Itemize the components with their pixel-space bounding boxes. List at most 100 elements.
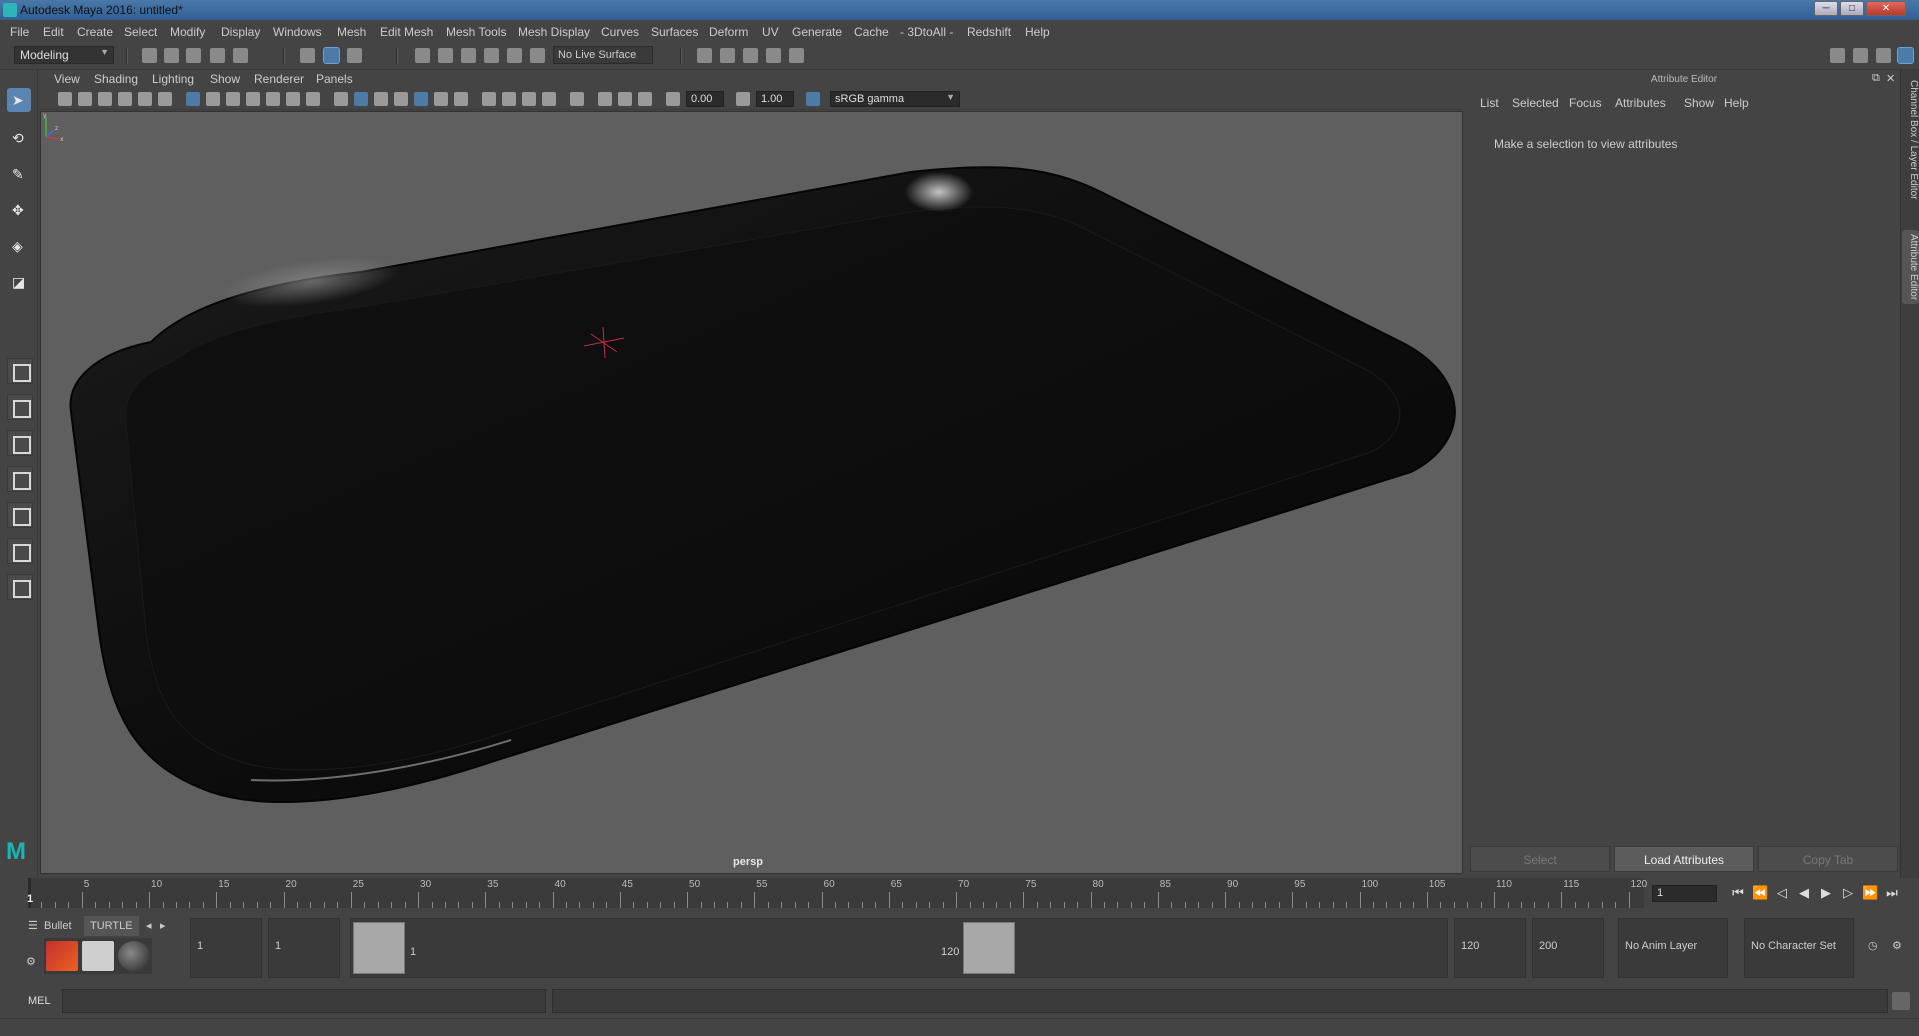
scale-tool-button[interactable]: ◪ [7, 270, 31, 294]
menu-edit-mesh[interactable]: Edit Mesh [380, 25, 433, 39]
use-default-material-icon[interactable] [374, 92, 388, 106]
panel-menu-renderer[interactable]: Renderer [254, 72, 304, 86]
time-ruler[interactable]: 5 10 15 20 25 30 35 40 45 50 55 60 65 70 75 80 85 90 95 100… [28, 878, 1647, 908]
hypershade-icon[interactable] [789, 48, 804, 63]
character-set-select[interactable]: No Character Set [1744, 918, 1854, 978]
xray-joints-icon[interactable] [638, 92, 652, 106]
turtle-material-icon[interactable] [118, 941, 150, 971]
current-frame-field[interactable]: 1 [1652, 885, 1717, 902]
xray-active-icon[interactable] [618, 92, 632, 106]
gamma-icon[interactable] [736, 92, 750, 106]
shelf-settings-icon[interactable]: ⚙ [20, 952, 42, 972]
menu-create[interactable]: Create [77, 25, 113, 39]
menu-deform[interactable]: Deform [709, 25, 748, 39]
use-all-lights-icon[interactable] [434, 92, 448, 106]
grease-pencil-icon[interactable] [158, 92, 172, 106]
anti-aliasing-icon[interactable] [522, 92, 536, 106]
uv-layout-button[interactable] [7, 538, 33, 564]
camera-attributes-icon[interactable] [78, 92, 92, 106]
channel-box-toggle-icon[interactable] [1897, 47, 1914, 64]
hypershade-layout-button[interactable] [7, 502, 33, 528]
smooth-shade-icon[interactable] [354, 92, 368, 106]
live-surface-field[interactable]: No Live Surface [553, 46, 653, 64]
menu-surfaces[interactable]: Surfaces [651, 25, 698, 39]
open-scene-icon[interactable] [164, 48, 179, 63]
menu-windows[interactable]: Windows [273, 25, 322, 39]
select-by-hierarchy-icon[interactable] [300, 48, 315, 63]
save-scene-icon[interactable] [186, 48, 201, 63]
shelf-tab-bullet[interactable]: Bullet [38, 916, 78, 936]
playback-start-field[interactable]: 1 [268, 918, 340, 978]
view-transform-select[interactable]: sRGB gamma ▼ [830, 91, 960, 107]
step-forward-key-icon[interactable]: ⏩ [1862, 884, 1878, 902]
new-scene-icon[interactable] [142, 48, 157, 63]
tab-attribute-editor[interactable]: Attribute Editor [1902, 230, 1919, 305]
float-panel-icon[interactable]: ⧉ [1872, 72, 1880, 85]
command-input[interactable] [62, 989, 546, 1013]
shelf-scroll-right-icon[interactable]: ▸ [154, 916, 172, 936]
2d-pan-zoom-icon[interactable] [138, 92, 152, 106]
field-chart-icon[interactable] [266, 92, 280, 106]
wireframe-on-shaded-icon[interactable] [394, 92, 408, 106]
script-editor-icon[interactable] [1892, 992, 1910, 1010]
menu-modify[interactable]: Modify [170, 25, 205, 39]
persp-graph-layout-button[interactable] [7, 466, 33, 492]
gate-mask-icon[interactable] [246, 92, 260, 106]
play-forwards-icon[interactable]: ▶ [1818, 884, 1834, 902]
single-perspective-layout-button[interactable] [7, 358, 33, 384]
ipr-render-icon[interactable] [743, 48, 758, 63]
rotate-tool-button[interactable]: ◈ [7, 234, 31, 258]
load-attributes-button[interactable]: Load Attributes [1614, 846, 1754, 872]
modeling-toolkit-icon[interactable] [1830, 48, 1845, 63]
go-to-start-icon[interactable]: ⏮ [1730, 884, 1746, 902]
ae-menu-show[interactable]: Show [1684, 96, 1714, 110]
go-to-end-icon[interactable]: ⏭ [1884, 884, 1900, 902]
menu-mesh-tools[interactable]: Mesh Tools [446, 25, 506, 39]
wireframe-icon[interactable] [334, 92, 348, 106]
animation-start-field[interactable]: 1 [190, 918, 262, 978]
outliner-toggle-icon[interactable] [1853, 48, 1868, 63]
menu-3dtoall[interactable]: - 3DtoAll - [900, 25, 953, 39]
select-button[interactable]: Select [1470, 846, 1610, 872]
tab-channel-box[interactable]: Channel Box / Layer Editor [1902, 76, 1919, 204]
close-panel-icon[interactable]: ✕ [1886, 72, 1895, 85]
panel-menu-show[interactable]: Show [210, 72, 240, 86]
menu-curves[interactable]: Curves [601, 25, 639, 39]
camera-icon[interactable] [58, 92, 72, 106]
render-settings-icon[interactable] [766, 48, 781, 63]
image-plane-icon[interactable] [118, 92, 132, 106]
color-management-icon[interactable] [806, 92, 820, 106]
menu-help[interactable]: Help [1025, 25, 1050, 39]
animation-end-field[interactable]: 200 [1532, 918, 1604, 978]
menu-edit[interactable]: Edit [43, 25, 64, 39]
redo-icon[interactable] [233, 48, 248, 63]
panel-menu-view[interactable]: View [54, 72, 80, 86]
tool-settings-icon[interactable] [1876, 48, 1891, 63]
snap-to-view-plane-icon[interactable] [484, 48, 499, 63]
bookmark-icon[interactable] [98, 92, 112, 106]
animation-preferences-icon[interactable]: ⚙ [1886, 936, 1908, 956]
play-backwards-icon[interactable]: ◀ [1796, 884, 1812, 902]
step-forward-frame-icon[interactable]: ▷ [1840, 884, 1856, 902]
menu-mesh[interactable]: Mesh [337, 25, 366, 39]
close-button[interactable]: ✕ [1866, 1, 1906, 16]
grid-icon[interactable] [186, 92, 200, 106]
panel-menu-lighting[interactable]: Lighting [152, 72, 194, 86]
shelf-tab-turtle[interactable]: TURTLE [84, 916, 139, 936]
panel-menu-panels[interactable]: Panels [316, 72, 353, 86]
menu-select[interactable]: Select [124, 25, 157, 39]
safe-title-icon[interactable] [306, 92, 320, 106]
anim-layer-select[interactable]: No Anim Layer [1618, 918, 1728, 978]
menu-redshift[interactable]: Redshift [967, 25, 1011, 39]
isolate-select-icon[interactable] [570, 92, 584, 106]
motion-blur-icon[interactable] [502, 92, 516, 106]
step-back-key-icon[interactable]: ⏪ [1752, 884, 1768, 902]
safe-action-icon[interactable] [286, 92, 300, 106]
menu-generate[interactable]: Generate [792, 25, 842, 39]
copy-tab-button[interactable]: Copy Tab [1758, 846, 1898, 872]
select-by-object-icon[interactable] [323, 47, 340, 64]
command-language-label[interactable]: MEL [28, 995, 51, 1007]
select-by-component-icon[interactable] [347, 48, 362, 63]
perspective-viewport[interactable]: y x z persp [40, 111, 1463, 874]
xray-icon[interactable] [598, 92, 612, 106]
